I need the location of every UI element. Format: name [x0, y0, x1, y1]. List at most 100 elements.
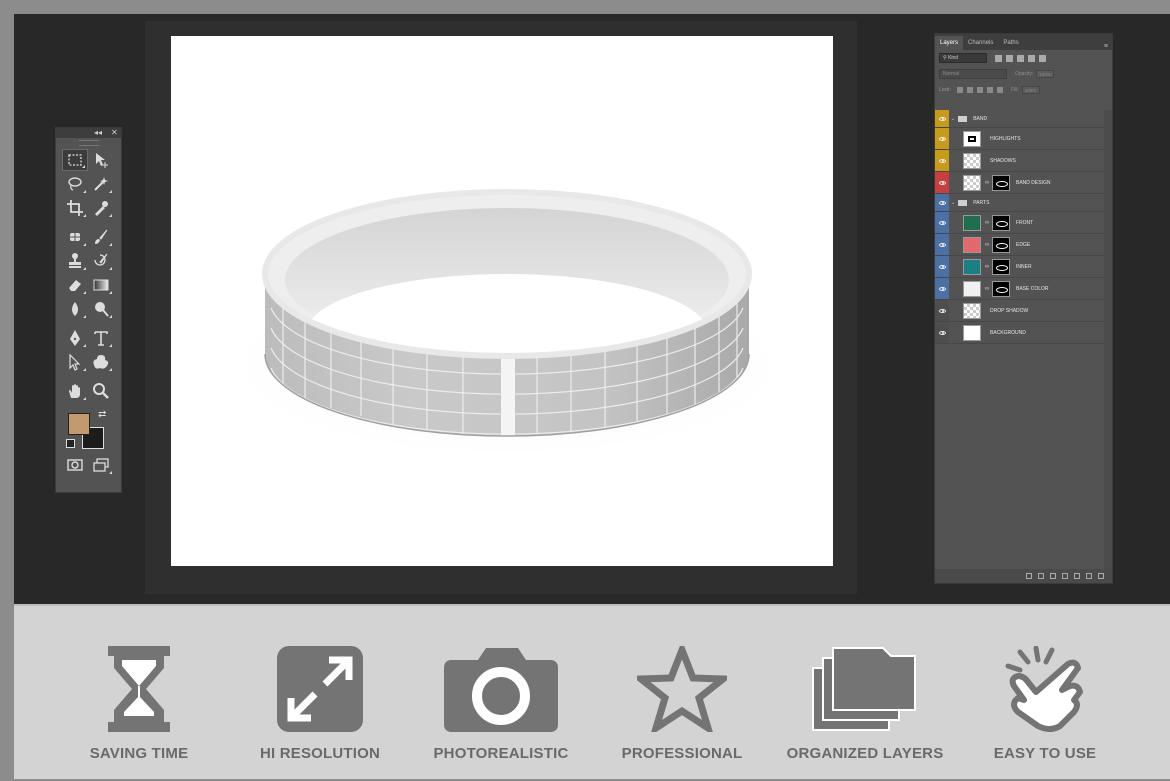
visibility-toggle[interactable]: [935, 212, 949, 233]
layer-row[interactable]: ∞ BAND DESIGN: [935, 172, 1105, 194]
lasso-icon[interactable]: [62, 173, 88, 195]
move-icon[interactable]: [88, 149, 114, 171]
panel-grip[interactable]: [78, 140, 99, 146]
new-group-icon[interactable]: [1074, 573, 1080, 579]
fill-input[interactable]: 100%: [1021, 86, 1040, 94]
type-icon[interactable]: [88, 327, 114, 349]
canvas-area[interactable]: [145, 21, 857, 594]
collapse-icon[interactable]: ◂◂: [94, 128, 102, 138]
layer-row[interactable]: ∞ EDGE: [935, 234, 1105, 256]
visibility-toggle[interactable]: [935, 256, 949, 277]
history-brush-icon[interactable]: [88, 250, 114, 272]
expand-arrow-icon[interactable]: ⌄: [951, 200, 955, 206]
visibility-toggle[interactable]: [935, 300, 949, 321]
healing-brush-icon[interactable]: [62, 226, 88, 248]
blend-mode-select[interactable]: Normal: [939, 69, 1007, 79]
pen-icon[interactable]: [62, 327, 88, 349]
link-icon[interactable]: ∞: [984, 242, 990, 248]
lock-image-icon[interactable]: [966, 87, 973, 93]
hourglass-icon: [108, 646, 170, 732]
close-icon[interactable]: ✕: [111, 128, 118, 138]
layer-mask-thumbnail[interactable]: [992, 280, 1010, 297]
eraser-icon[interactable]: [62, 274, 88, 296]
eyedropper-icon[interactable]: [88, 197, 114, 219]
filter-kind-select[interactable]: ⚲ Kind: [939, 53, 987, 63]
layer-mask-thumbnail[interactable]: [992, 258, 1010, 275]
brush-icon[interactable]: [88, 226, 114, 248]
visibility-toggle[interactable]: [935, 278, 949, 299]
feature-photorealistic: PHOTOREALISTIC: [426, 606, 576, 781]
delete-layer-icon[interactable]: [1098, 573, 1104, 579]
tab-paths[interactable]: Paths: [998, 36, 1023, 50]
lock-all-icon[interactable]: [996, 87, 1003, 93]
filter-type-icon[interactable]: [1017, 54, 1024, 62]
layer-mask-thumbnail[interactable]: [992, 174, 1010, 191]
quick-mask-icon[interactable]: [62, 454, 88, 476]
visibility-toggle[interactable]: [935, 322, 949, 343]
swap-colors-icon[interactable]: ⇄: [98, 409, 106, 420]
layer-row[interactable]: DROP SHADOW: [935, 300, 1105, 322]
lock-position-icon[interactable]: [976, 87, 983, 93]
eye-icon: [938, 286, 946, 291]
adjustment-layer-icon[interactable]: [1062, 573, 1068, 579]
filter-pixel-icon[interactable]: [995, 54, 1002, 62]
tab-channels[interactable]: Channels: [963, 36, 998, 50]
visibility-toggle[interactable]: [935, 150, 949, 171]
opacity-input[interactable]: 100%: [1036, 70, 1055, 78]
layer-row[interactable]: ∞ INNER: [935, 256, 1105, 278]
lock-artboard-icon[interactable]: [986, 87, 993, 93]
magic-wand-icon[interactable]: [88, 173, 114, 195]
link-icon[interactable]: ∞: [984, 286, 990, 292]
layer-row[interactable]: HIGHLIGHTS: [935, 128, 1105, 150]
layer-row[interactable]: ∞ FRONT: [935, 212, 1105, 234]
lock-row: Lock: Fill: 100%: [935, 82, 1112, 98]
gradient-icon[interactable]: [88, 274, 114, 296]
add-mask-icon[interactable]: [1050, 573, 1056, 579]
layer-mask-thumbnail[interactable]: [992, 236, 1010, 253]
path-selection-icon[interactable]: [62, 351, 88, 373]
visibility-toggle[interactable]: [935, 234, 949, 255]
visibility-toggle[interactable]: [935, 172, 949, 193]
lock-transparent-icon[interactable]: [956, 87, 963, 93]
layer-mask-thumbnail[interactable]: [992, 214, 1010, 231]
document-canvas[interactable]: [171, 36, 833, 566]
layer-row[interactable]: ⌄ PARTS: [935, 194, 1105, 212]
layer-style-icon[interactable]: [1038, 573, 1044, 579]
expand-arrow-icon[interactable]: ⌄: [951, 116, 955, 122]
dodge-icon[interactable]: [88, 298, 114, 320]
clone-stamp-icon[interactable]: [62, 250, 88, 272]
zoom-icon[interactable]: [88, 380, 114, 402]
new-layer-icon[interactable]: [1086, 573, 1092, 579]
eye-icon: [938, 158, 946, 163]
layer-name: BASE COLOR: [1016, 285, 1049, 292]
crop-icon[interactable]: [62, 197, 88, 219]
marquee-icon[interactable]: [62, 149, 88, 171]
folder-icon: [958, 115, 968, 122]
visibility-toggle[interactable]: [935, 110, 949, 127]
feature-strip: SAVING TIME HI RESOLUTION PHOTOREALISTIC: [14, 604, 1170, 779]
link-icon[interactable]: ∞: [984, 220, 990, 226]
screen-mode-icon[interactable]: [88, 454, 114, 476]
layer-row[interactable]: BACKGROUND: [935, 322, 1105, 344]
visibility-toggle[interactable]: [935, 194, 949, 211]
link-icon[interactable]: ∞: [984, 264, 990, 270]
eye-icon: [938, 264, 946, 269]
filter-smart-object-icon[interactable]: [1039, 54, 1046, 62]
filter-adjustment-icon[interactable]: [1006, 54, 1013, 62]
panel-menu-icon[interactable]: ≡: [1104, 43, 1112, 50]
tab-layers[interactable]: Layers: [935, 36, 964, 50]
default-colors-icon[interactable]: [66, 439, 75, 448]
visibility-toggle[interactable]: [935, 128, 949, 149]
blur-icon[interactable]: [62, 298, 88, 320]
layer-row[interactable]: ∞ BASE COLOR: [935, 278, 1105, 300]
layer-thumbnail: [963, 152, 981, 169]
layers-scrollbar[interactable]: [1104, 110, 1112, 570]
custom-shape-icon[interactable]: [88, 351, 114, 373]
foreground-color-swatch[interactable]: [68, 413, 90, 435]
hand-icon[interactable]: [62, 380, 88, 402]
link-icon[interactable]: ∞: [984, 180, 990, 186]
layer-row[interactable]: ⌄ BAND: [935, 110, 1105, 128]
link-layers-icon[interactable]: [1026, 573, 1032, 579]
filter-shape-icon[interactable]: [1028, 54, 1035, 62]
layer-row[interactable]: SHADOWS: [935, 150, 1105, 172]
